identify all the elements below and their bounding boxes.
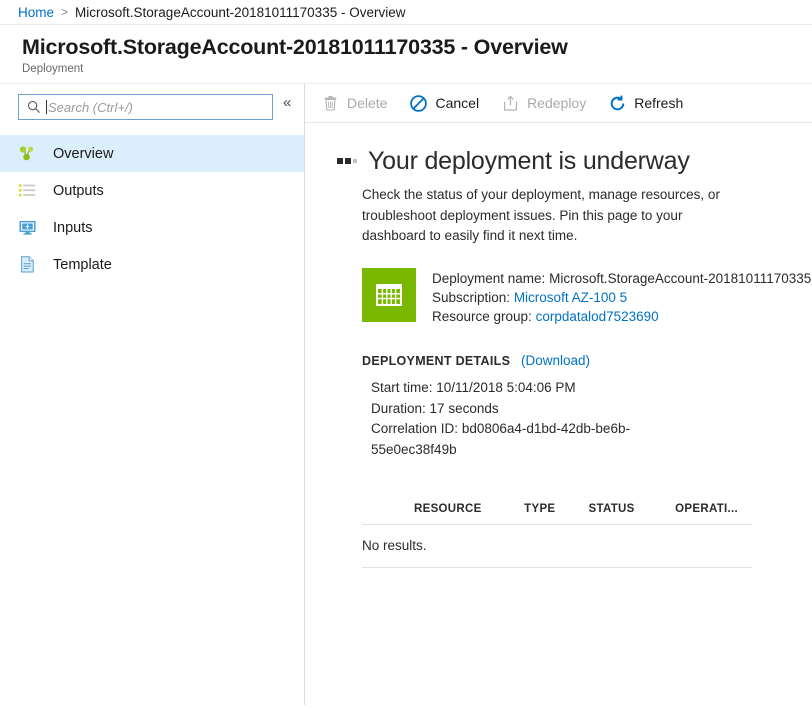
sidebar-search-row: « [0,84,304,120]
sidebar-item-outputs[interactable]: Outputs [0,172,304,209]
sidebar-nav: Overview Outputs [0,135,304,283]
monitor-icon [18,218,44,237]
breadcrumb-current: Microsoft.StorageAccount-20181011170335 … [75,5,405,20]
redeploy-button[interactable]: Redeploy [501,94,586,113]
cancel-circle-icon [409,94,428,113]
command-toolbar: Delete Cancel [305,84,812,123]
sidebar-item-label: Template [53,257,112,273]
correlation-id-label: Correlation ID: [371,421,458,436]
deployment-name-label: Deployment name: [432,271,545,286]
breadcrumb-home-link[interactable]: Home [18,5,54,20]
sidebar-item-inputs[interactable]: Inputs [0,209,304,246]
refresh-icon [608,94,627,113]
document-icon [18,255,44,274]
duration-row: Duration: 17 seconds [362,399,707,420]
cancel-button[interactable]: Cancel [409,94,479,113]
subscription-label: Subscription: [432,290,510,305]
search-caret [46,100,47,114]
content-area: Delete Cancel [305,84,812,705]
column-header-operation[interactable]: OPERATI... [675,503,752,525]
delete-button-label: Delete [347,95,387,111]
start-time-row: Start time: 10/11/2018 5:04:06 PM [362,378,707,399]
resource-grid-icon [362,268,416,322]
sidebar-item-template[interactable]: Template [0,246,304,283]
refresh-button-label: Refresh [634,95,683,111]
sidebar-item-label: Outputs [53,183,104,199]
delete-button[interactable]: Delete [321,94,387,113]
status-heading: Your deployment is underway [368,147,690,176]
sidebar-item-overview[interactable]: Overview [0,135,304,172]
resource-group-line: Resource group: corpdatalod7523690 [432,307,811,326]
correlation-id-row: Correlation ID: bd0806a4-d1bd-42db-be6b-… [362,419,707,461]
deployment-name-value: Microsoft.StorageAccount-20181011170335 [549,271,811,286]
download-link[interactable]: (Download) [521,353,590,368]
sidebar-item-label: Inputs [53,220,93,236]
operations-table: RESOURCE TYPE STATUS OPERATI... No resul… [362,503,752,568]
breadcrumb-separator: > [61,5,68,19]
body-split: « Overview [0,83,812,705]
refresh-button[interactable]: Refresh [608,94,683,113]
start-time-value: 10/11/2018 5:04:06 PM [436,380,575,395]
deployment-name-line: Deployment name: Microsoft.StorageAccoun… [432,269,811,288]
deployment-summary: Deployment name: Microsoft.StorageAccoun… [362,268,812,326]
column-header-resource[interactable]: RESOURCE [362,503,524,525]
breadcrumb: Home > Microsoft.StorageAccount-20181011… [0,0,812,25]
upload-box-icon [501,94,520,113]
deployment-details-body: Start time: 10/11/2018 5:04:06 PM Durati… [362,378,707,462]
start-time-label: Start time: [371,380,433,395]
duration-value: 17 seconds [430,401,499,416]
resource-graph-icon [18,144,44,163]
deployment-details-heading: DEPLOYMENT DETAILS (Download) [362,353,812,368]
deployment-details-label: DEPLOYMENT DETAILS [362,354,510,368]
column-header-type[interactable]: TYPE [524,503,588,525]
subscription-line: Subscription: Microsoft AZ-100 5 [432,288,811,307]
redeploy-button-label: Redeploy [527,95,586,111]
status-heading-row: Your deployment is underway [337,147,812,176]
table-header-row: RESOURCE TYPE STATUS OPERATI... [362,503,752,525]
trash-icon [321,94,340,113]
page-title: Microsoft.StorageAccount-20181011170335 … [22,35,812,60]
status-description: Check the status of your deployment, man… [362,185,747,246]
table-empty-row: No results. [362,525,752,568]
operations-table-wrapper: RESOURCE TYPE STATUS OPERATI... No resul… [362,503,752,568]
column-header-status[interactable]: STATUS [589,503,676,525]
page-subtitle: Deployment [22,63,812,75]
deployment-summary-text: Deployment name: Microsoft.StorageAccoun… [432,268,811,326]
cancel-button-label: Cancel [435,95,479,111]
collapse-panel-icon[interactable]: « [283,95,291,111]
table-empty-message: No results. [362,525,752,568]
subscription-link[interactable]: Microsoft AZ-100 5 [514,290,627,305]
search-icon [27,100,41,114]
duration-label: Duration: [371,401,426,416]
page-header: Microsoft.StorageAccount-20181011170335 … [0,25,812,83]
sidebar-item-label: Overview [53,146,113,162]
search-box[interactable] [18,94,273,120]
resource-group-link[interactable]: corpdatalod7523690 [536,309,659,324]
deployment-panel: Your deployment is underway Check the st… [305,123,812,568]
search-input[interactable] [48,100,248,115]
sidebar: « Overview [0,84,305,705]
progress-dots-icon [337,158,359,164]
resource-group-label: Resource group: [432,309,532,324]
list-icon [18,181,44,200]
